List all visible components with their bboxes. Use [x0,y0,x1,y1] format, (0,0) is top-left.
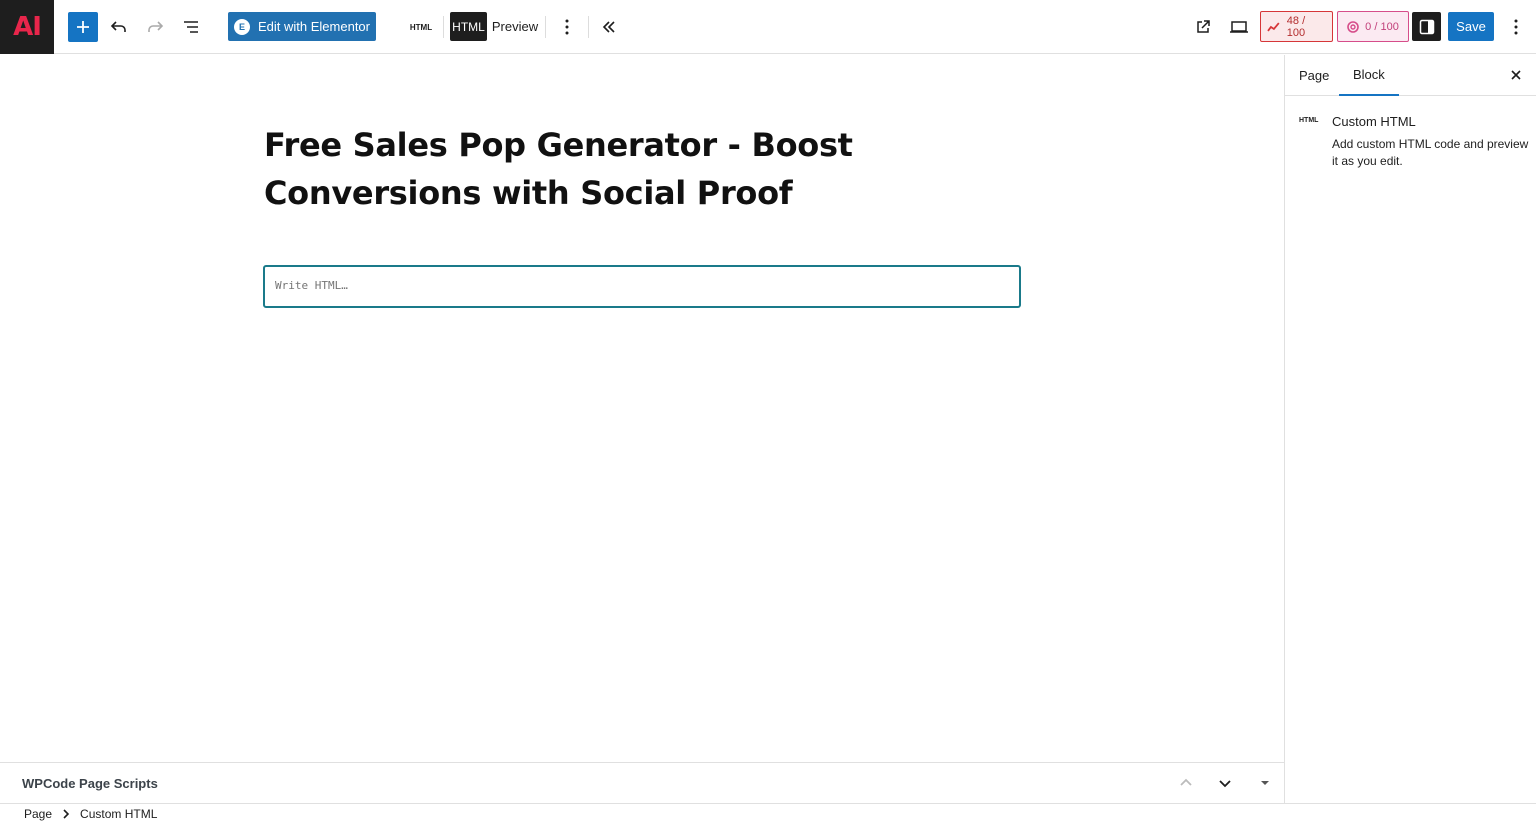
caret-down-icon [1261,781,1269,785]
site-logo[interactable]: AI [0,0,54,54]
settings-sidebar-toggle[interactable] [1412,12,1441,41]
document-overview-button[interactable] [176,12,206,42]
tab-page[interactable]: Page [1285,55,1343,96]
seo-score-value: 48 / 100 [1286,14,1306,39]
elementor-icon: E [234,18,250,35]
chevron-double-left-icon [602,21,615,33]
toolbar-divider [545,16,546,38]
device-preview-button[interactable] [1224,12,1254,42]
add-block-button[interactable] [68,12,98,42]
block-title: Custom HTML [1332,114,1416,129]
seo-chart-icon [1267,21,1280,31]
more-vertical-icon [565,19,569,35]
logo-text: AI [13,12,42,42]
chevron-up-icon [1180,778,1192,786]
tab-block[interactable]: Block [1339,55,1399,96]
desktop-icon [1230,21,1248,33]
edit-with-elementor-button[interactable]: E Edit with Elementor [228,12,376,41]
block-options-button[interactable] [552,12,582,42]
post-title[interactable]: Free Sales Pop Generator - Boost Convers… [264,121,1004,217]
redo-icon [148,21,164,32]
save-button[interactable]: Save [1448,12,1494,41]
wpcode-panel-title[interactable]: WPCode Page Scripts [22,776,158,791]
breadcrumb-item-page[interactable]: Page [24,807,52,821]
seo-score-button[interactable]: 48 / 100 [1260,11,1333,42]
readability-score-button[interactable]: 0 / 100 [1337,11,1409,42]
html-mode-tab[interactable]: HTML [450,12,487,41]
html-code-input[interactable] [265,267,1019,306]
toolbar-divider [443,16,444,38]
list-view-icon [184,21,198,33]
edit-with-elementor-label: Edit with Elementor [258,19,370,34]
block-description: Add custom HTML code and preview it as y… [1332,137,1529,168]
html-block-icon: HTML [1299,117,1319,124]
html-block-icon: HTML [409,22,433,32]
move-up-button[interactable] [1176,773,1196,793]
move-down-button[interactable] [1215,773,1235,793]
redo-button[interactable] [140,12,170,42]
chevron-down-icon [1219,780,1231,788]
more-vertical-icon [1514,19,1518,35]
custom-html-block[interactable] [263,265,1021,308]
meta-box-panel: WPCode Page Scripts [0,762,1284,803]
chevron-right-icon [63,809,70,819]
undo-button[interactable] [104,12,134,42]
readability-icon [1347,20,1359,33]
block-breadcrumb: Page Custom HTML [0,803,1536,824]
sidebar-icon [1419,19,1434,34]
readability-score-value: 0 / 100 [1365,20,1399,33]
close-sidebar-button[interactable] [1506,65,1526,85]
external-link-icon [1197,20,1210,33]
toolbar-divider [588,16,589,38]
sidebar-tabs: Page Block [1285,55,1536,96]
breadcrumb-item-custom-html[interactable]: Custom HTML [80,807,157,821]
undo-icon [110,21,126,32]
editor-header: AI E Edit with Elementor HTML HTML Previ… [0,0,1536,54]
preview-mode-tab[interactable]: Preview [492,12,538,41]
plus-icon [77,21,89,33]
close-icon [1511,70,1521,80]
toggle-panel-button[interactable] [1255,773,1275,793]
settings-sidebar: Page Block HTML Custom HTML Add custom H… [1284,55,1536,803]
collapse-toolbar-button[interactable] [594,12,624,42]
view-page-button[interactable] [1188,12,1218,42]
editor-canvas[interactable]: Free Sales Pop Generator - Boost Convers… [0,55,1284,762]
options-menu-button[interactable] [1501,12,1531,42]
